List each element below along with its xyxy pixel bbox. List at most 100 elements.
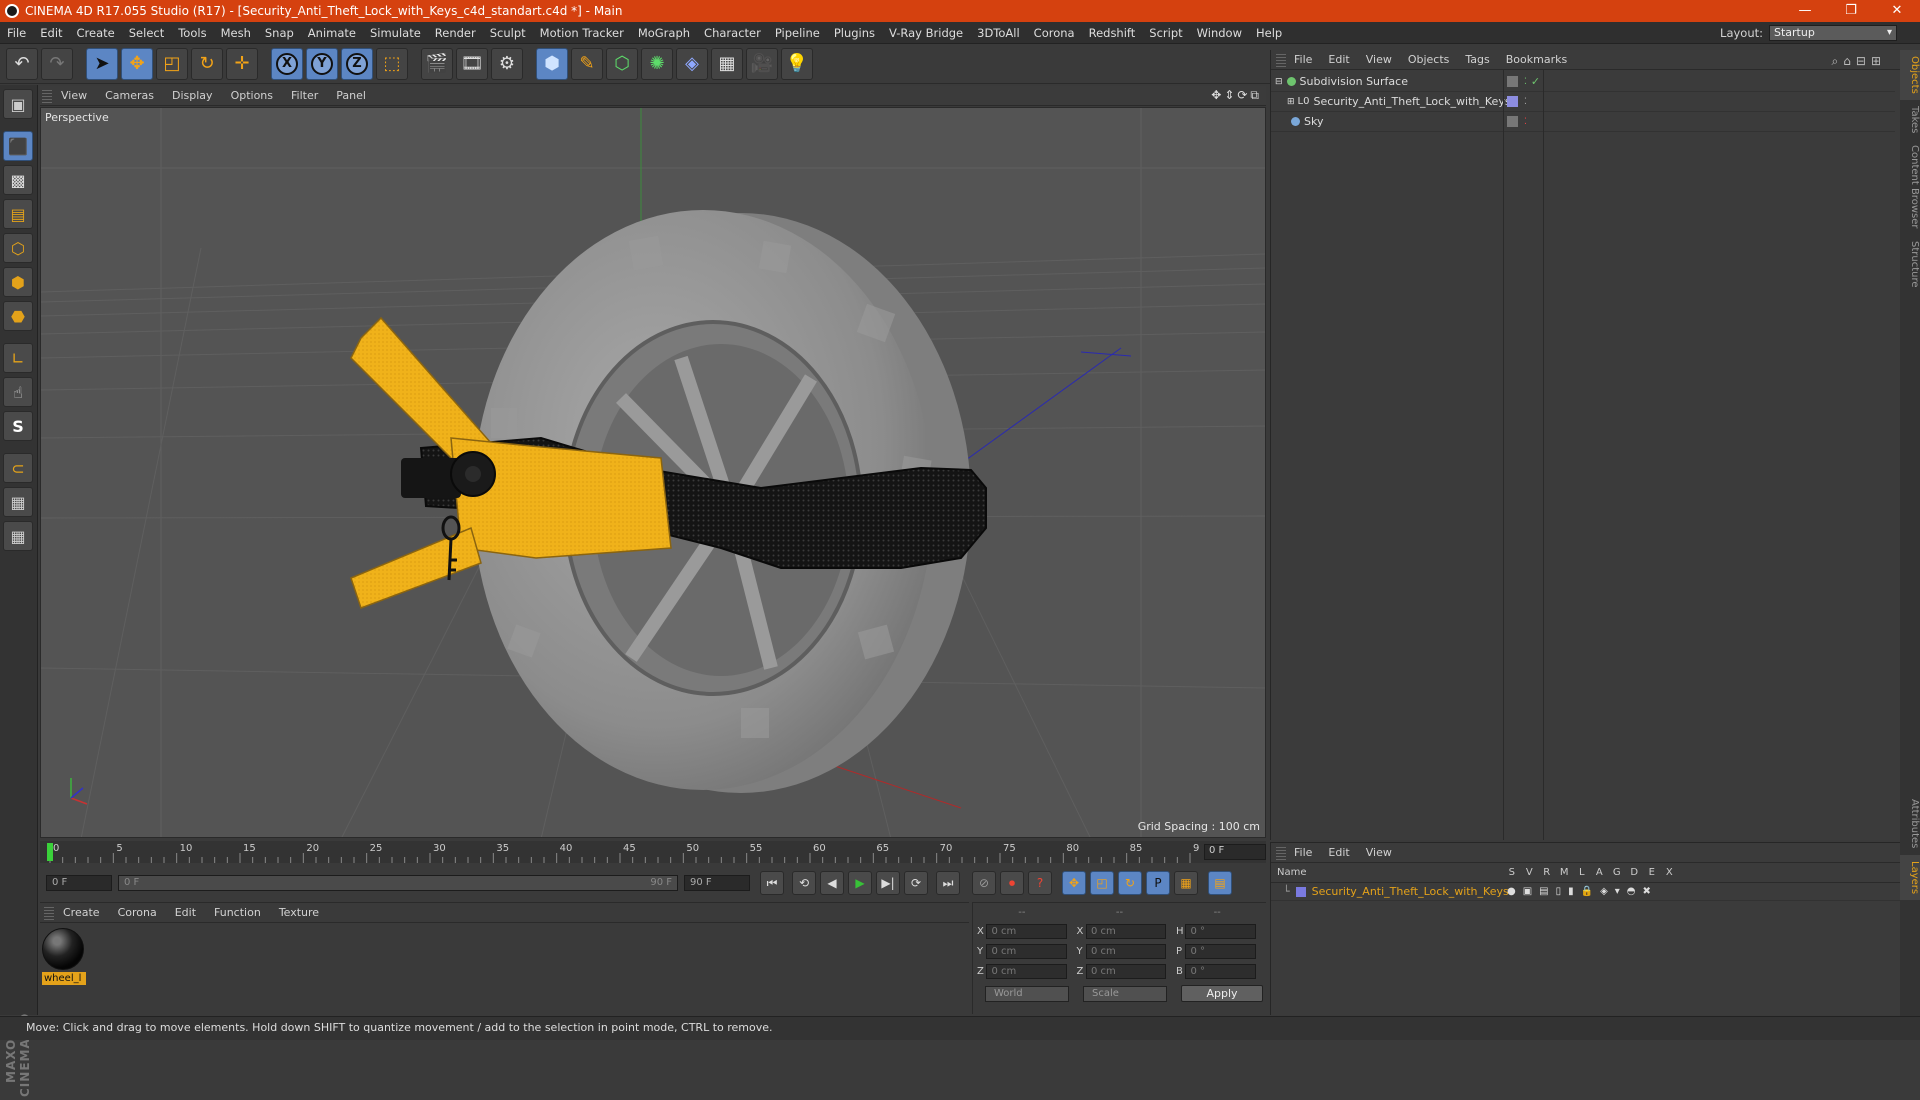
om-menu-file[interactable]: File [1286, 53, 1320, 66]
material-menu-edit[interactable]: Edit [166, 906, 205, 919]
mograph-cloner-icon[interactable]: ✺ [641, 47, 673, 80]
menu-select[interactable]: Select [122, 26, 171, 40]
layer-color-swatch[interactable] [1295, 886, 1306, 897]
menu-file[interactable]: File [0, 26, 33, 40]
menu-character[interactable]: Character [697, 26, 768, 40]
viewport-menu-display[interactable]: Display [163, 89, 222, 102]
tab-structure[interactable]: Structure [1900, 235, 1920, 294]
om-menu-bookmarks[interactable]: Bookmarks [1498, 53, 1575, 66]
col-generators[interactable]: G [1608, 867, 1626, 878]
col-deformers[interactable]: D [1626, 867, 1644, 878]
om-menu-view[interactable]: View [1358, 53, 1400, 66]
om-menu-tags[interactable]: Tags [1457, 53, 1497, 66]
multi-tool-icon[interactable]: ✛ [226, 47, 258, 80]
menu-edit[interactable]: Edit [33, 26, 69, 40]
om-menu-objects[interactable]: Objects [1400, 53, 1458, 66]
z-axis-lock-icon[interactable]: Z [341, 47, 373, 80]
size-y-field[interactable]: 0 cm [1085, 943, 1166, 959]
menu-animate[interactable]: Animate [301, 26, 363, 40]
light-icon[interactable]: 💡 [781, 47, 813, 80]
object-name[interactable]: Subdivision Surface [1300, 75, 1408, 88]
viewport-menu-cameras[interactable]: Cameras [96, 89, 163, 102]
object-row[interactable]: ⊞ L0 Security_Anti_Theft_Lock_with_Keys … [1271, 92, 1895, 112]
next-key-icon[interactable]: ⟳ [904, 871, 928, 895]
tab-attributes[interactable]: Attributes [1900, 793, 1920, 854]
menu-pipeline[interactable]: Pipeline [768, 26, 827, 40]
viewport-menu-view[interactable]: View [52, 89, 96, 102]
apply-button[interactable]: Apply [1181, 985, 1263, 1002]
lm-menu-file[interactable]: File [1286, 846, 1320, 859]
panel-grip-icon[interactable] [42, 88, 52, 103]
go-to-end-icon[interactable]: ⏭ [936, 871, 960, 895]
camera-icon[interactable]: 🎥 [746, 47, 778, 80]
close-button[interactable]: ✕ [1874, 0, 1920, 22]
position-y-field[interactable]: 0 cm [986, 943, 1067, 959]
menu-motion-tracker[interactable]: Motion Tracker [533, 26, 631, 40]
spline-pen-icon[interactable]: ✎ [571, 47, 603, 80]
menu-window[interactable]: Window [1190, 26, 1249, 40]
x-axis-lock-icon[interactable]: X [271, 47, 303, 80]
lm-menu-view[interactable]: View [1358, 846, 1400, 859]
object-row[interactable]: Sky ⁚ [1271, 112, 1895, 132]
material-swatch[interactable]: wheel_l [42, 928, 86, 986]
workplane-lock-icon[interactable]: ▦ [3, 487, 33, 517]
key-parameter-icon[interactable]: P [1146, 871, 1170, 895]
col-view[interactable]: V [1521, 867, 1539, 878]
menu-create[interactable]: Create [70, 26, 122, 40]
viewport-menu-filter[interactable]: Filter [282, 89, 327, 102]
select-arrow-icon[interactable]: ➤ [86, 47, 118, 80]
position-x-field[interactable]: 0 cm [986, 923, 1067, 939]
subdivision-generator-icon[interactable]: ⬡ [606, 47, 638, 80]
menu-sculpt[interactable]: Sculpt [483, 26, 533, 40]
undo-icon[interactable]: ↶ [6, 47, 38, 80]
menu-redshift[interactable]: Redshift [1082, 26, 1143, 40]
layer-row[interactable]: └ Security_Anti_Theft_Lock_with_Keys ●▣▤… [1271, 883, 1900, 901]
om-search-home-icons[interactable]: ⌕⌂⊟⊞ [1832, 54, 1886, 69]
viewport-menu-options[interactable]: Options [222, 89, 282, 102]
floor-scene-icon[interactable]: ▦ [711, 47, 743, 80]
tab-layers[interactable]: Layers [1900, 854, 1920, 900]
render-picture-viewer-icon[interactable]: 🎞 [456, 47, 488, 80]
move-tool-icon[interactable]: ✥ [121, 47, 153, 80]
polygons-mode-icon[interactable]: ⬣ [3, 301, 33, 331]
solo-mode-icon[interactable]: S [3, 411, 33, 441]
viewport-nav-icons[interactable]: ✥⇕⟳⧉ [1211, 88, 1262, 103]
col-solo[interactable]: S [1503, 867, 1521, 878]
next-frame-icon[interactable]: ▶| [876, 871, 900, 895]
menu-plugins[interactable]: Plugins [827, 26, 882, 40]
deformer-icon[interactable]: ◈ [676, 47, 708, 80]
rotation-p-field[interactable]: 0 ° [1185, 943, 1256, 959]
autokeying-icon[interactable]: ⏺ [1000, 871, 1024, 895]
menu-script[interactable]: Script [1142, 26, 1189, 40]
coordinate-mode-dropdown[interactable]: World [985, 985, 1069, 1002]
om-menu-edit[interactable]: Edit [1320, 53, 1357, 66]
rotate-tool-icon[interactable]: ↻ [191, 47, 223, 80]
timeline-window-icon[interactable]: ▤ [1208, 871, 1232, 895]
render-settings-icon[interactable]: ⚙ [491, 47, 523, 80]
layer-swatch-icon[interactable] [1507, 76, 1518, 87]
material-menu-create[interactable]: Create [54, 906, 109, 919]
visibility-dots-icon[interactable]: ⁚ [1524, 97, 1527, 107]
enabled-check-icon[interactable]: ✓ [1531, 75, 1540, 88]
layer-swatch-icon[interactable] [1507, 96, 1518, 107]
go-to-start-icon[interactable]: ⏮ [760, 871, 784, 895]
object-name[interactable]: Sky [1304, 115, 1323, 128]
size-mode-dropdown[interactable]: Scale [1083, 985, 1167, 1002]
col-render[interactable]: R [1538, 867, 1556, 878]
panel-grip-icon[interactable] [1276, 845, 1286, 860]
preview-range-slider[interactable]: 0 F 90 F [118, 875, 678, 891]
workplane-grid-icon[interactable]: ▦ [3, 521, 33, 551]
material-name-label[interactable]: wheel_l [42, 972, 86, 985]
rotation-h-field[interactable]: 0 ° [1185, 923, 1256, 939]
col-manager[interactable]: M [1556, 867, 1574, 878]
col-xref[interactable]: X [1661, 867, 1679, 878]
menu-tools[interactable]: Tools [171, 26, 213, 40]
previous-frame-icon[interactable]: ◀ [820, 871, 844, 895]
visibility-dots-icon[interactable]: ⁚ [1524, 117, 1527, 127]
object-row[interactable]: ⊟ Subdivision Surface ⁚ ✓ [1271, 72, 1895, 92]
col-expressions[interactable]: E [1643, 867, 1661, 878]
axis-mode-icon[interactable]: ∟ [3, 343, 33, 373]
material-menu-function[interactable]: Function [205, 906, 270, 919]
tweak-mode-icon[interactable]: ☝ [3, 377, 33, 407]
timeline-ruler[interactable]: 0 5 10 15 20 25 30 35 40 45 50 55 60 65 70 75 80 85 90 0 F [40, 841, 1266, 863]
